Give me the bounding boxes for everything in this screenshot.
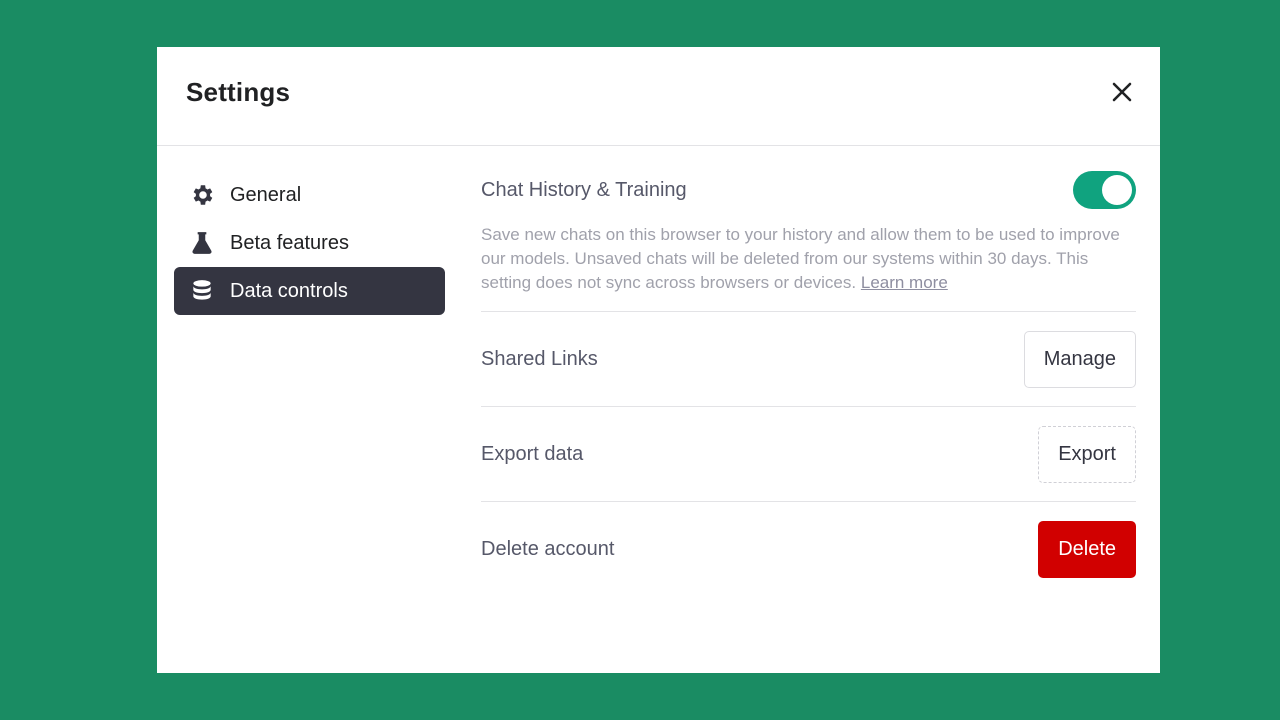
sidebar-item-label: Beta features <box>230 231 349 254</box>
chat-history-toggle[interactable] <box>1073 171 1136 209</box>
chat-history-title: Chat History & Training <box>481 179 687 201</box>
modal-title: Settings <box>186 77 291 107</box>
close-icon <box>1112 82 1132 102</box>
learn-more-link[interactable]: Learn more <box>861 273 948 292</box>
settings-sidebar: General Beta features Data controls <box>174 171 445 315</box>
manage-button[interactable]: Manage <box>1023 330 1136 388</box>
sidebar-item-label: Data controls <box>230 279 348 302</box>
export-data-label: Export data <box>481 442 584 465</box>
sidebar-item-general[interactable]: General <box>174 171 445 219</box>
shared-links-label: Shared Links <box>481 347 598 370</box>
sidebar-item-data-controls[interactable]: Data controls <box>174 267 445 315</box>
delete-button[interactable]: Delete <box>1038 520 1136 578</box>
database-icon <box>188 277 216 305</box>
chat-history-description: Save new chats on this browser to your h… <box>481 223 1121 295</box>
chat-history-description-text: Save new chats on this browser to your h… <box>481 225 1120 292</box>
sidebar-item-beta-features[interactable]: Beta features <box>174 219 445 267</box>
gear-icon <box>188 181 216 209</box>
export-button[interactable]: Export <box>1038 425 1136 483</box>
modal-header: Settings <box>157 47 1160 146</box>
flask-icon <box>188 229 216 257</box>
data-controls-panel: Chat History & Training Save new chats o… <box>481 171 1136 596</box>
sidebar-item-label: General <box>230 183 302 206</box>
shared-links-row: Shared Links Manage <box>481 312 1136 406</box>
chat-history-row: Chat History & Training <box>481 171 1136 211</box>
delete-account-row: Delete account Delete <box>481 502 1136 596</box>
close-button[interactable] <box>1107 77 1137 107</box>
delete-account-label: Delete account <box>481 537 615 560</box>
settings-modal: Settings General Beta features Data cont… <box>157 47 1160 673</box>
toggle-knob <box>1102 175 1132 205</box>
export-data-row: Export data Export <box>481 407 1136 501</box>
